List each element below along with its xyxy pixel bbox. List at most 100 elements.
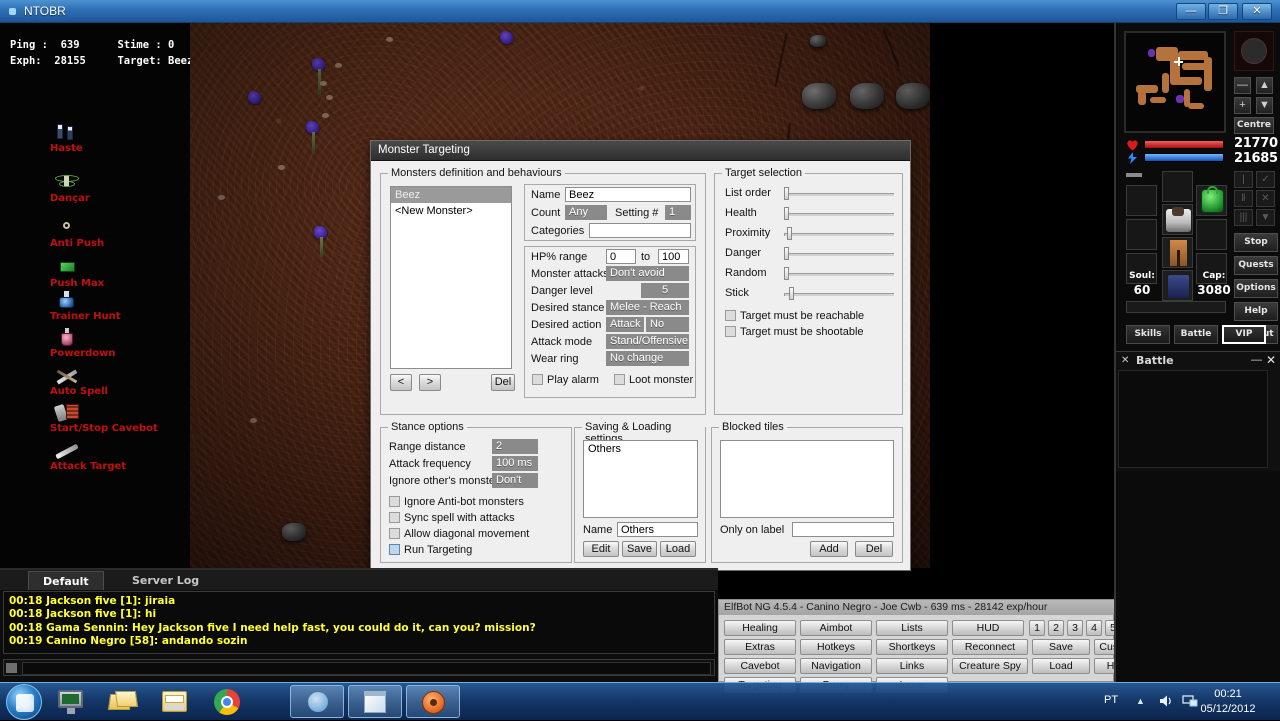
stop-button[interactable]: Stop xyxy=(1234,233,1278,252)
minimap-zoom-out-button[interactable]: — xyxy=(1234,77,1251,94)
icon-slot-5[interactable]: ||| xyxy=(1234,209,1253,226)
only-on-label-input[interactable] xyxy=(792,522,894,537)
hp-min-input[interactable]: 0 xyxy=(606,249,636,264)
tab-default[interactable]: Default xyxy=(28,571,104,590)
sync-spell-checkbox[interactable] xyxy=(389,512,400,523)
name-input[interactable]: Beez xyxy=(565,187,691,202)
elfbot-slot-4-button[interactable]: 4 xyxy=(1086,620,1102,636)
slider-health[interactable] xyxy=(784,207,894,221)
delete-monster-button[interactable]: Del xyxy=(491,374,515,391)
minimap[interactable] xyxy=(1124,31,1226,133)
start-button[interactable] xyxy=(6,684,42,720)
minimap-up-button[interactable]: ▲ xyxy=(1256,77,1273,94)
taskbar-window-3[interactable] xyxy=(406,685,460,718)
taskbar-clock[interactable]: 00:21 05/12/2012 xyxy=(1184,687,1272,717)
add-blocked-button[interactable]: Add xyxy=(810,541,848,557)
attack-mode-dropdown[interactable]: Stand/Offensive xyxy=(606,334,689,349)
icon-slot-4[interactable]: ✕ xyxy=(1256,190,1275,207)
help-button[interactable]: Help xyxy=(1234,302,1278,321)
tab-server-log[interactable]: Server Log xyxy=(118,571,213,590)
elfbot-hotkeys-button[interactable]: Hotkeys xyxy=(800,639,872,655)
slider-thumb[interactable] xyxy=(787,227,792,240)
battle-close-icon[interactable]: ✕ xyxy=(1266,353,1276,367)
elfbot-creature-spy-button[interactable]: Creature Spy xyxy=(952,658,1028,674)
elfbot-hud-button[interactable]: HUD xyxy=(952,620,1024,636)
minimap-centre-button[interactable]: Centre xyxy=(1234,117,1274,134)
taskbar-window-2[interactable] xyxy=(348,685,402,718)
elfbot-reconnect-button[interactable]: Reconnect xyxy=(952,639,1028,655)
minimize-button[interactable]: — xyxy=(1176,3,1206,20)
compass-icon[interactable] xyxy=(1234,31,1274,71)
minimap-down-button[interactable]: ▼ xyxy=(1256,97,1273,114)
icon-slot-6[interactable]: ▼ xyxy=(1256,209,1275,226)
elfbot-slot-3-button[interactable]: 3 xyxy=(1067,620,1083,636)
count-dropdown[interactable]: Any xyxy=(565,205,607,220)
inventory-collapse-handle[interactable] xyxy=(1126,173,1142,177)
allow-diagonal-checkbox[interactable] xyxy=(389,528,400,539)
prev-button[interactable]: < xyxy=(390,374,412,391)
tray-expand-icon[interactable]: ▲ xyxy=(1136,696,1145,706)
attack-frequency-input[interactable]: 100 ms xyxy=(492,456,538,471)
blocked-tiles-list[interactable] xyxy=(720,440,894,518)
slider-proximity[interactable] xyxy=(784,227,894,241)
elfbot-links-button[interactable]: Links xyxy=(876,658,948,674)
load-button[interactable]: Load xyxy=(660,541,696,557)
ignore-antibot-checkbox[interactable] xyxy=(389,496,400,507)
del-blocked-button[interactable]: Del xyxy=(855,541,893,557)
elfbot-lists-button[interactable]: Lists xyxy=(876,620,948,636)
danger-level-input[interactable]: 5 xyxy=(641,283,689,298)
wear-ring-dropdown[interactable]: No change xyxy=(606,351,689,366)
language-indicator[interactable]: PT xyxy=(1104,694,1118,706)
inventory-slot-left-hand[interactable] xyxy=(1126,219,1157,250)
taskbar-icon-folders[interactable] xyxy=(107,687,139,717)
battle-close-x-icon[interactable]: ✕ xyxy=(1121,355,1129,366)
inventory-slot-helmet[interactable] xyxy=(1162,171,1193,202)
range-distance-input[interactable]: 2 xyxy=(492,439,538,454)
elfbot-load-button[interactable]: Load xyxy=(1032,658,1090,674)
next-button[interactable]: > xyxy=(419,374,441,391)
desired-stance-dropdown[interactable]: Melee - Reach xyxy=(606,300,689,315)
monster-list[interactable]: Beez <New Monster> xyxy=(390,186,512,369)
target-reachable-checkbox[interactable] xyxy=(725,310,736,321)
inventory-slot-necklace[interactable] xyxy=(1126,185,1157,216)
hp-max-input[interactable]: 100 xyxy=(658,249,689,264)
slider-thumb[interactable] xyxy=(784,247,789,260)
elfbot-save-button[interactable]: Save xyxy=(1032,639,1090,655)
list-item[interactable]: <New Monster> xyxy=(391,203,511,219)
minimap-zoom-in-button[interactable]: + xyxy=(1234,97,1251,114)
volume-icon[interactable] xyxy=(1158,693,1174,709)
inventory-slot-boots[interactable] xyxy=(1162,270,1193,301)
inventory-slot-backpack[interactable] xyxy=(1196,185,1227,216)
skills-button[interactable]: Skills xyxy=(1126,325,1170,344)
quests-button[interactable]: Quests xyxy=(1234,256,1278,275)
slider-random[interactable] xyxy=(784,267,894,281)
vip-button[interactable]: VIP xyxy=(1222,325,1266,344)
slider-thumb[interactable] xyxy=(784,267,789,280)
ignore-others-dropdown[interactable]: Don't xyxy=(492,473,538,488)
chat-input-row[interactable] xyxy=(3,659,715,676)
taskbar-icon-monitor[interactable] xyxy=(56,687,86,717)
list-item[interactable]: Beez xyxy=(391,187,511,203)
loot-monster-checkbox[interactable] xyxy=(614,374,625,385)
target-shootable-checkbox[interactable] xyxy=(725,326,736,337)
slider-stick[interactable] xyxy=(784,287,894,301)
elfbot-aimbot-button[interactable]: Aimbot xyxy=(800,620,872,636)
settings-name-input[interactable]: Others xyxy=(617,522,698,537)
taskbar-icon-chrome[interactable] xyxy=(212,687,242,717)
chat-mode-icon[interactable] xyxy=(6,663,17,673)
categories-input[interactable] xyxy=(589,223,691,238)
save-button[interactable]: Save xyxy=(622,541,657,557)
slider-danger[interactable] xyxy=(784,247,894,261)
elfbot-slot-2-button[interactable]: 2 xyxy=(1048,620,1064,636)
options-button[interactable]: Options xyxy=(1234,279,1278,298)
icon-slot-1[interactable]: | xyxy=(1234,171,1253,188)
slider-thumb[interactable] xyxy=(784,187,789,200)
close-button[interactable]: ✕ xyxy=(1242,3,1272,20)
icon-slot-2[interactable]: ✓ xyxy=(1256,171,1275,188)
elfbot-navigation-button[interactable]: Navigation xyxy=(800,658,872,674)
taskbar-window-1[interactable] xyxy=(290,685,344,718)
inventory-slot-right-hand[interactable] xyxy=(1196,219,1227,250)
elfbot-extras-button[interactable]: Extras xyxy=(724,639,796,655)
taskbar-icon-explorer[interactable] xyxy=(160,687,190,717)
desired-action-dropdown-b[interactable]: No Action xyxy=(646,317,689,332)
